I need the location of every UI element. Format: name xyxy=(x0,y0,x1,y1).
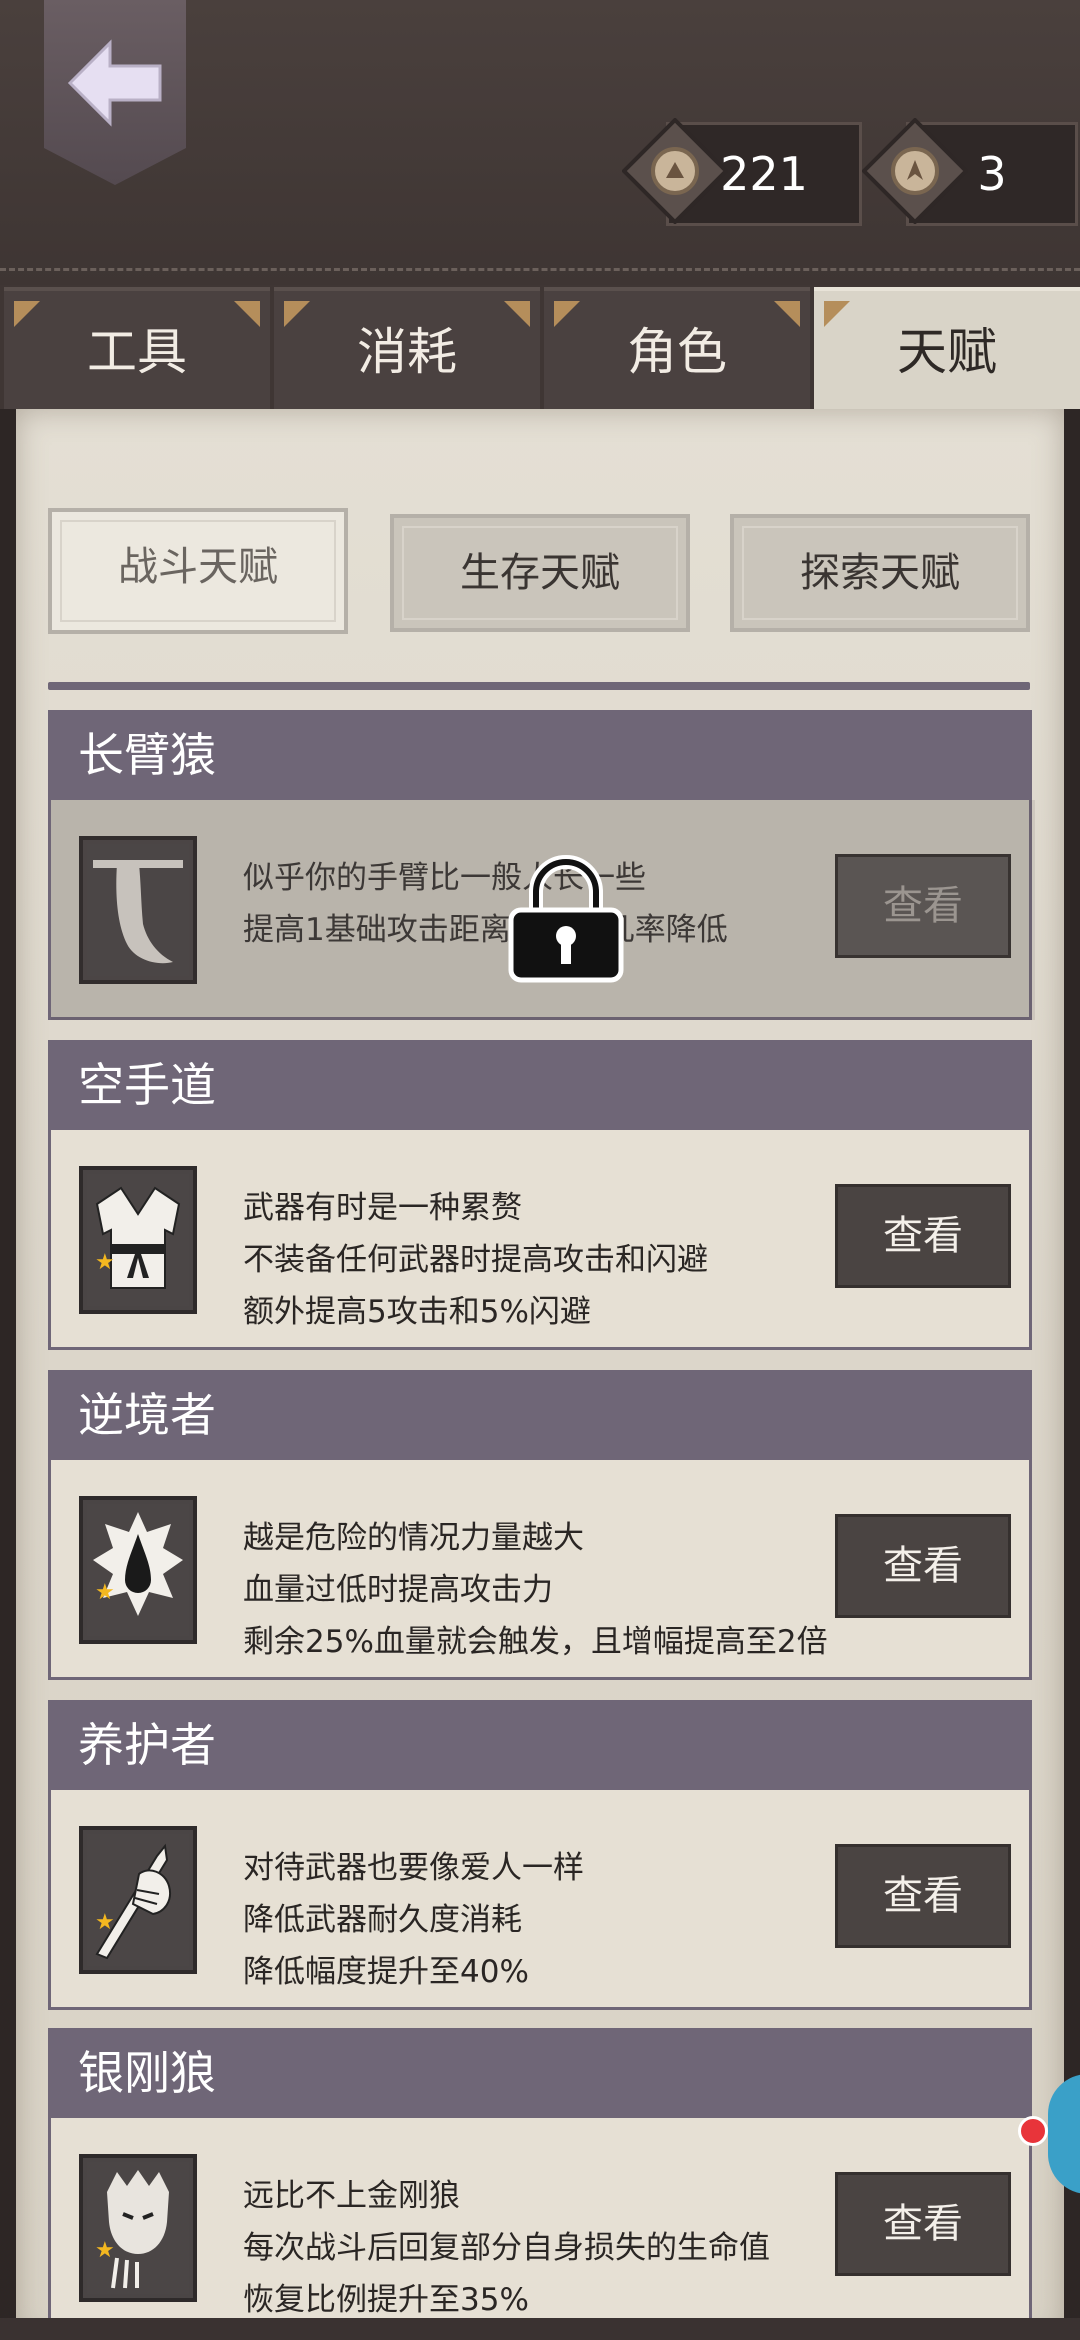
tab-corner-ornament xyxy=(554,301,580,327)
rank-star-icon: ★ xyxy=(95,1580,115,1605)
subtab-inner-frame xyxy=(402,526,678,620)
rank-star-icon: ★ xyxy=(95,1250,115,1275)
talent-description: 对待武器也要像爱人一样 降低武器耐久度消耗 降低幅度提升至40% xyxy=(243,1842,843,1998)
panel-border-right xyxy=(1064,409,1080,2340)
view-button[interactable]: 查看 xyxy=(835,2172,1011,2276)
tab-label: 工具 xyxy=(87,323,187,381)
talent-line: 降低幅度提升至40% xyxy=(243,1954,529,1990)
tab-tools[interactable]: 工具 xyxy=(4,287,270,409)
talent-line: 降低武器耐久度消耗 xyxy=(243,1902,522,1938)
rank-star-icon: ★ xyxy=(95,1910,115,1935)
blood-drop-icon xyxy=(87,1504,189,1636)
subtab-inner-frame xyxy=(60,520,336,622)
talent-line: 越是危险的情况力量越大 xyxy=(243,1520,584,1556)
tab-corner-ornament xyxy=(234,301,260,327)
tab-label: 消耗 xyxy=(357,323,457,381)
notification-dot xyxy=(1018,2116,1048,2146)
talent-body: 似乎你的手臂比一般人长一些 提高1基础攻击距离，闪避几率降低 查看 xyxy=(48,800,1035,1020)
talent-name: 空手道 xyxy=(48,1040,1032,1130)
view-button[interactable]: 查看 xyxy=(835,1844,1011,1948)
back-arrow-icon xyxy=(67,39,162,127)
bottom-border xyxy=(0,2318,1080,2340)
subtab-exploration-talents[interactable]: 探索天赋 xyxy=(730,514,1030,632)
subtab-combat-talents[interactable]: 战斗天赋 xyxy=(48,508,348,634)
talent-line: 对待武器也要像爱人一样 xyxy=(243,1850,584,1886)
tab-talents[interactable]: 天赋 xyxy=(814,287,1080,409)
rank-star-icon: ★ xyxy=(95,2238,115,2263)
header-bar: 221 3 xyxy=(0,0,1080,285)
talent-icon-frame xyxy=(79,1826,197,1974)
view-button[interactable]: 查看 xyxy=(835,1514,1011,1618)
talent-description: 远比不上金刚狼 每次战斗后回复部分自身损失的生命值 恢复比例提升至35% xyxy=(243,2170,843,2326)
talent-icon-frame xyxy=(79,1166,197,1314)
token-icon xyxy=(862,118,968,224)
talent-name: 银刚狼 xyxy=(48,2028,1032,2118)
coin-icon xyxy=(622,118,728,224)
back-button[interactable] xyxy=(44,0,186,185)
talent-icon-frame xyxy=(79,1496,197,1644)
tab-corner-ornament xyxy=(14,301,40,327)
talent-icon-frame xyxy=(79,2154,197,2302)
talent-name: 养护者 xyxy=(48,1700,1032,1790)
talent-body: ★ 远比不上金刚狼 每次战斗后回复部分自身损失的生命值 恢复比例提升至35% 查… xyxy=(48,2118,1032,2338)
talent-line: 每次战斗后回复部分自身损失的生命值 xyxy=(243,2230,770,2266)
tab-consumables[interactable]: 消耗 xyxy=(274,287,540,409)
talent-line: 剩余25%血量就会触发，且增幅提高至2倍 xyxy=(243,1624,828,1660)
talent-line: 远比不上金刚狼 xyxy=(243,2178,460,2214)
view-button[interactable]: 查看 xyxy=(835,1184,1011,1288)
padlock-icon xyxy=(508,855,624,983)
talent-line: 不装备任何武器时提高攻击和闪避 xyxy=(243,1242,708,1278)
talent-name: 长臂猿 xyxy=(48,710,1032,800)
subtab-divider xyxy=(48,682,1030,690)
talent-name: 逆境者 xyxy=(48,1370,1032,1460)
karate-gi-icon xyxy=(87,1174,189,1306)
tab-corner-ornament xyxy=(774,301,800,327)
tab-label: 角色 xyxy=(627,323,727,381)
tab-characters[interactable]: 角色 xyxy=(544,287,810,409)
subtab-survival-talents[interactable]: 生存天赋 xyxy=(390,514,690,632)
tab-corner-ornament xyxy=(824,301,850,327)
weapon-care-icon xyxy=(87,1834,189,1966)
talent-description: 越是危险的情况力量越大 血量过低时提高攻击力 剩余25%血量就会触发，且增幅提高… xyxy=(243,1512,843,1668)
talent-body: ★ 越是危险的情况力量越大 血量过低时提高攻击力 剩余25%血量就会触发，且增幅… xyxy=(48,1460,1032,1680)
talent-line: 武器有时是一种累赘 xyxy=(243,1190,522,1226)
tab-label: 天赋 xyxy=(897,323,997,381)
talent-description: 武器有时是一种累赘 不装备任何武器时提高攻击和闪避 额外提高5攻击和5%闪避 xyxy=(243,1182,843,1338)
wolverine-icon xyxy=(87,2162,189,2294)
talent-line: 血量过低时提高攻击力 xyxy=(243,1572,553,1608)
talent-body: ★ 对待武器也要像爱人一样 降低武器耐久度消耗 降低幅度提升至40% 查看 xyxy=(48,1790,1032,2010)
tab-corner-ornament xyxy=(504,301,530,327)
talent-line: 额外提高5攻击和5%闪避 xyxy=(243,1294,591,1330)
subtab-inner-frame xyxy=(742,526,1018,620)
panel-border-left xyxy=(0,409,16,2340)
tab-corner-ornament xyxy=(284,301,310,327)
talent-body: ★ 武器有时是一种累赘 不装备任何武器时提高攻击和闪避 额外提高5攻击和5%闪避… xyxy=(48,1130,1032,1350)
header-stitching xyxy=(0,268,1080,271)
